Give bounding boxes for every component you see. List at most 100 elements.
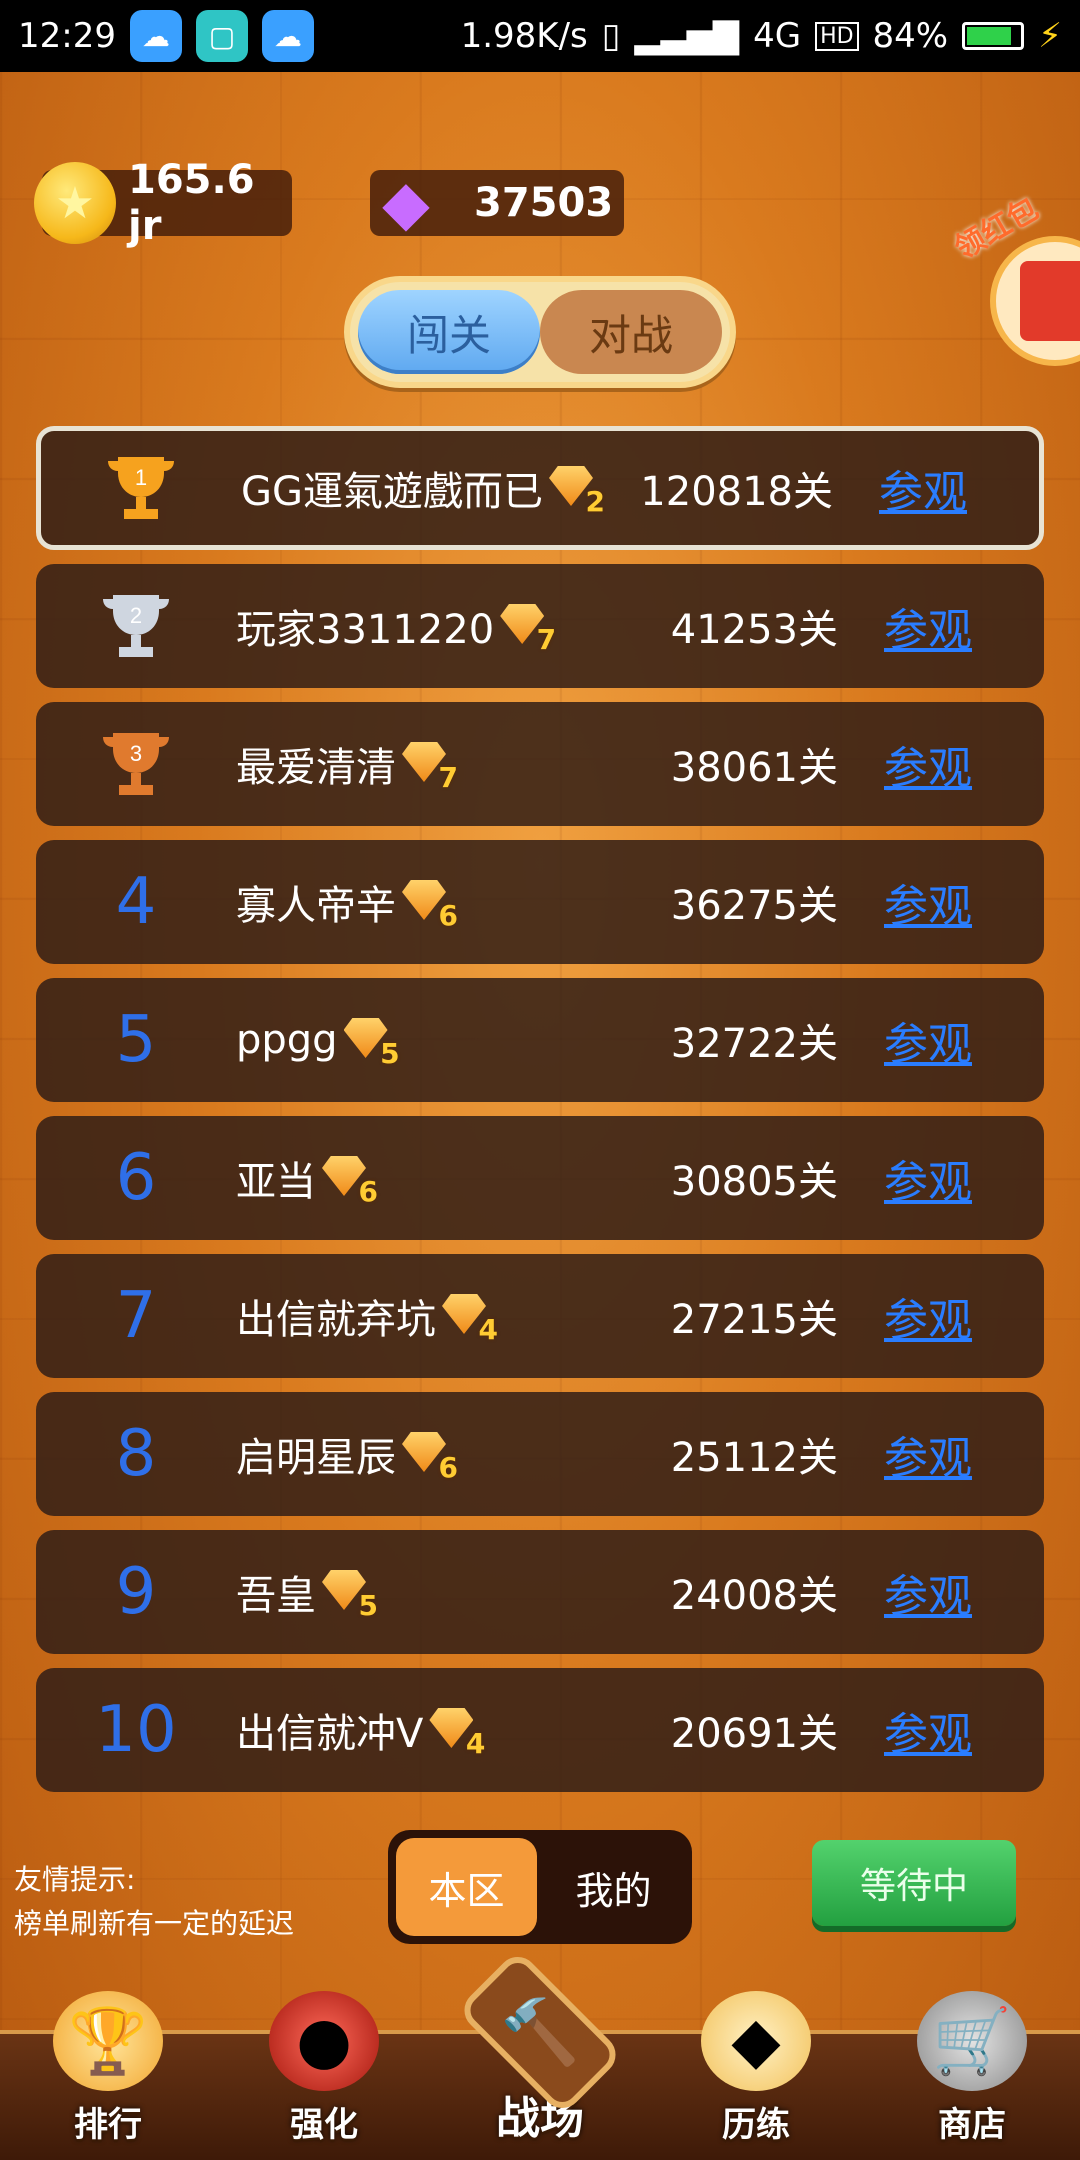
player-name: 最爱清清 7 [236,735,638,794]
stage-count: 32722关 [670,1021,838,1067]
watch-link[interactable]: 参观 [884,1008,1014,1072]
table-row: 4 寡人帝辛 6 36275关 参观 [36,840,1044,964]
player-name-text: 吾皇 [236,1573,316,1619]
vip-level: 4 [478,1313,498,1346]
red-envelope-icon [1020,261,1080,341]
enhance-icon: ● [269,1991,379,2091]
nav-label: 商店 [938,2105,1006,2145]
player-name: 寡人帝辛 6 [236,873,638,932]
nav-item-shop[interactable]: 🛒 商店 [872,1990,1072,2160]
watch-link[interactable]: 参观 [879,456,1009,520]
player-name: 亚当 6 [236,1149,638,1208]
waiting-button[interactable]: 等待中 [812,1840,1016,1926]
vip-badge-icon: 6 [322,1156,378,1208]
clock: 12:29 [18,16,116,56]
coin-value: 165.6 jr [128,157,255,249]
vibrate-icon: ▯ [601,16,621,56]
vip-level: 7 [438,761,458,794]
tips-title: 友情提示: [14,1863,136,1896]
table-row: 3 最爱清清 7 38061关 参观 [36,702,1044,826]
battery-icon [962,22,1025,50]
watch-link[interactable]: 参观 [884,870,1014,934]
nav-item-battlefield[interactable]: 🔨 战场 [440,1948,640,2160]
rank-number: 6 [115,1141,157,1215]
tips-body: 榜单刷新有一定的延迟 [14,1907,295,1940]
rank-number: 9 [115,1555,157,1629]
tab-battle[interactable]: 对战 [540,290,722,374]
hd-badge: HD [815,21,859,51]
trophy-icon: 🏆 [53,1991,163,2091]
player-name-text: 最爱清清 [236,745,396,791]
vip-badge-icon: 5 [343,1018,400,1070]
table-row: 7 出信就弃坑 4 27215关 参观 [36,1254,1044,1378]
nav-label: 排行 [74,2105,142,2145]
watch-link[interactable]: 参观 [884,1698,1014,1762]
nav-label: 历练 [722,2105,790,2145]
nav-item-enhance[interactable]: ● 强化 [224,1990,424,2160]
player-name-text: 出信就冲V [236,1711,424,1757]
stage-count: 120818关 [640,469,833,515]
vip-level: 7 [536,623,557,656]
scope-toggle: 本区 我的 [388,1830,692,1944]
network-type: 4G [753,16,802,56]
tab-challenge[interactable]: 闯关 [358,290,540,374]
trophy-rank: 3 [130,741,142,766]
tips-text: 友情提示: 榜单刷新有一定的延迟 [14,1858,294,1946]
nav-label: 强化 [290,2105,358,2145]
stage-count: 41253关 [670,607,838,653]
vip-badge-icon: 6 [402,1432,458,1484]
watch-link[interactable]: 参观 [884,732,1014,796]
watch-link[interactable]: 参观 [884,1422,1014,1486]
ranking-list: 1 GG運氣遊戲而已 2 120818关 参观 2 玩家3311220 7 41… [36,426,1044,1806]
rank-number: 5 [115,1003,157,1077]
rank-number: 7 [115,1279,157,1353]
table-row: 8 启明星辰 6 25112关 参观 [36,1392,1044,1516]
gem-counter[interactable]: ◆ 37503 [370,166,624,239]
watch-link[interactable]: 参观 [884,1146,1014,1210]
vip-level: 4 [465,1727,486,1760]
player-name: 启明星辰 6 [236,1425,638,1484]
player-name-text: 亚当 [236,1159,316,1205]
network-speed: 1.98K/s [460,16,588,56]
status-bar-right: 1.98K/s ▯ ▂▃▅▇ 4G HD 84% ⚡ [461,16,1062,56]
nav-item-training[interactable]: ◆ 历练 [656,1990,856,2160]
stage-count: 25112关 [670,1435,838,1481]
watch-link[interactable]: 参观 [884,1560,1014,1624]
trophy-rank: 1 [135,465,147,490]
table-row: 9 吾皇 5 24008关 参观 [36,1530,1044,1654]
player-name: 出信就弃坑 4 [236,1287,638,1346]
player-name: GG運氣遊戲而已 2 [241,459,633,518]
status-bar-left: 12:29 ☁ ▢ ☁ [18,10,314,62]
vip-level: 6 [438,899,458,932]
watch-link[interactable]: 参观 [884,1284,1014,1348]
coin-counter[interactable]: ★ 165.6 jr [34,157,292,249]
stage-count: 38061关 [670,745,838,791]
player-name: 吾皇 5 [236,1563,638,1622]
tab-this-server[interactable]: 本区 [396,1838,537,1936]
vip-badge-icon: 2 [549,466,605,518]
nav-item-ranking[interactable]: 🏆 排行 [8,1990,208,2160]
mode-toggle: 闯关 对战 [344,276,736,388]
trophy-rank: 2 [130,603,142,628]
watch-link[interactable]: 参观 [884,594,1014,658]
vip-badge-icon: 6 [402,880,458,932]
stage-count: 27215关 [670,1297,838,1343]
player-name-text: ppgg [236,1017,338,1063]
battery-percent: 84% [872,16,949,56]
weather-icon: ☁ [129,10,182,62]
screenshot-icon: ▢ [195,10,248,62]
vip-badge-icon: 4 [442,1294,498,1346]
tab-mine[interactable]: 我的 [543,1838,684,1936]
silver-trophy-icon: 2 [36,591,236,661]
crystal-icon: ◆ [701,1991,811,2091]
stage-count: 24008关 [670,1573,838,1619]
player-name-text: 出信就弃坑 [236,1297,436,1343]
player-name-text: 玩家3311220 [236,607,495,653]
gem-icon: ◆ [382,165,430,239]
table-row: 2 玩家3311220 7 41253关 参观 [36,564,1044,688]
gem-value: 37503 [474,180,614,226]
rank-number: 8 [115,1417,157,1491]
table-row: 1 GG運氣遊戲而已 2 120818关 参观 [36,426,1044,550]
red-packet-button[interactable] [990,236,1080,366]
vip-badge-icon: 7 [402,742,458,794]
